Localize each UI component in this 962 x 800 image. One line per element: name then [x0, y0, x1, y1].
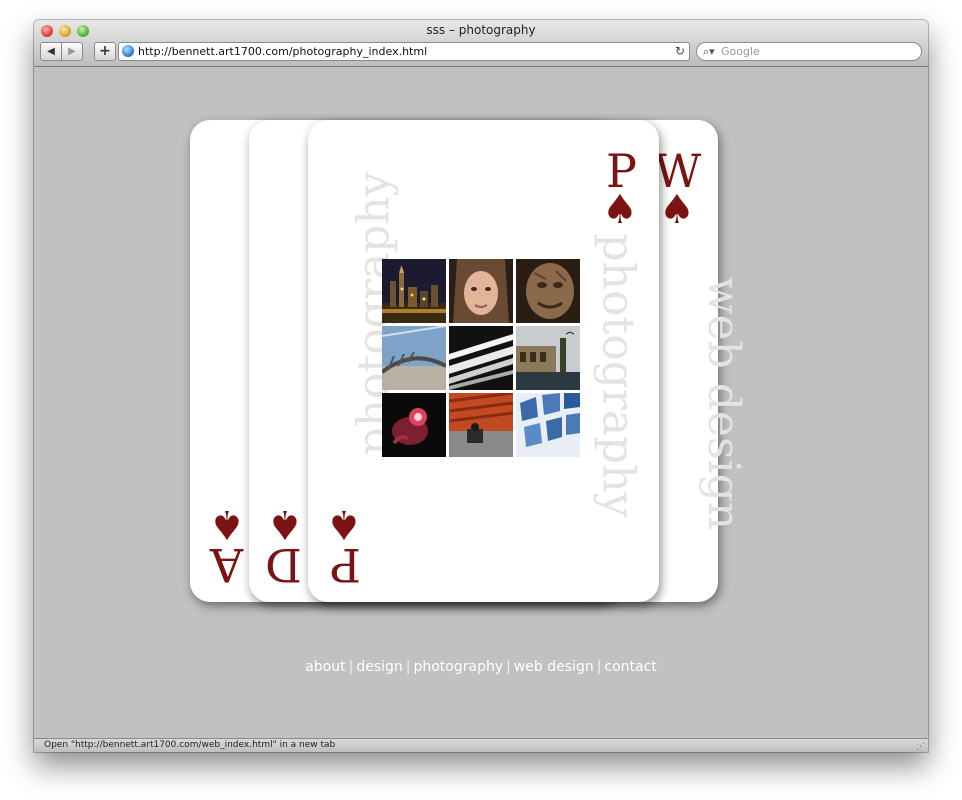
card-letter-d: D	[265, 538, 302, 592]
nav-link-design[interactable]: design	[356, 659, 402, 675]
stairs-thumb[interactable]	[449, 326, 513, 390]
url-text[interactable]: http://bennett.art1700.com/photography_i…	[138, 45, 427, 58]
browser-toolbar: sss – photography ◀ ▶ + http://bennett.a…	[34, 20, 928, 67]
card-watermark-right: photography	[592, 233, 644, 518]
card-letter-a: A	[210, 538, 244, 592]
spade-icon: ♠	[659, 187, 695, 233]
nav-link-photography[interactable]: photography	[413, 659, 503, 675]
forward-button[interactable]: ▶	[61, 42, 83, 61]
windows-thumb[interactable]	[516, 393, 580, 457]
nav-separator: |	[506, 659, 511, 675]
reload-icon[interactable]: ↻	[675, 43, 685, 60]
nav-link-web-design[interactable]: web design	[514, 659, 594, 675]
card-letter-p-bottom: P	[330, 538, 361, 592]
portrait-thumb[interactable]	[449, 259, 513, 323]
sculpture-thumb[interactable]	[516, 259, 580, 323]
resize-grip-icon[interactable]: ⋰	[916, 742, 925, 752]
page-content: C ♠ ♠ A W ♠ web design ♠ D P ♠ photograp…	[34, 67, 928, 738]
back-button[interactable]: ◀	[40, 42, 62, 61]
card-photography-p[interactable]: P ♠ photography photography ♠ P	[308, 120, 659, 602]
nav-separator: |	[596, 659, 602, 675]
photo-grid	[382, 259, 582, 457]
search-icon[interactable]: ⌕▾	[703, 43, 715, 60]
city-night-thumb[interactable]	[382, 259, 446, 323]
search-field[interactable]: ⌕▾ Google	[696, 42, 922, 61]
status-text: Open "http://bennett.art1700.com/web_ind…	[44, 740, 336, 750]
search-placeholder: Google	[721, 45, 760, 58]
address-bar[interactable]: http://bennett.art1700.com/photography_i…	[118, 42, 690, 61]
nav-link-contact[interactable]: contact	[604, 659, 656, 675]
nav-link-about[interactable]: about	[305, 659, 345, 675]
globe-icon	[122, 45, 134, 57]
add-bookmark-button[interactable]: +	[94, 42, 116, 61]
nav-separator: |	[348, 659, 354, 675]
roof-thumb[interactable]	[449, 393, 513, 457]
footer-nav: about | design | photography | web design | cont…	[34, 659, 928, 675]
status-bar: Open "http://bennett.art1700.com/web_ind…	[34, 738, 928, 752]
window-title: sss – photography	[426, 23, 536, 37]
card-watermark-web-design: web design	[698, 276, 750, 531]
canal-thumb[interactable]	[516, 326, 580, 390]
hand-light-thumb[interactable]	[382, 393, 446, 457]
bridge-thumb[interactable]	[382, 326, 446, 390]
nav-separator: |	[405, 659, 411, 675]
spade-icon: ♠	[602, 187, 638, 233]
browser-window: sss – photography ◀ ▶ + http://bennett.a…	[34, 20, 928, 752]
